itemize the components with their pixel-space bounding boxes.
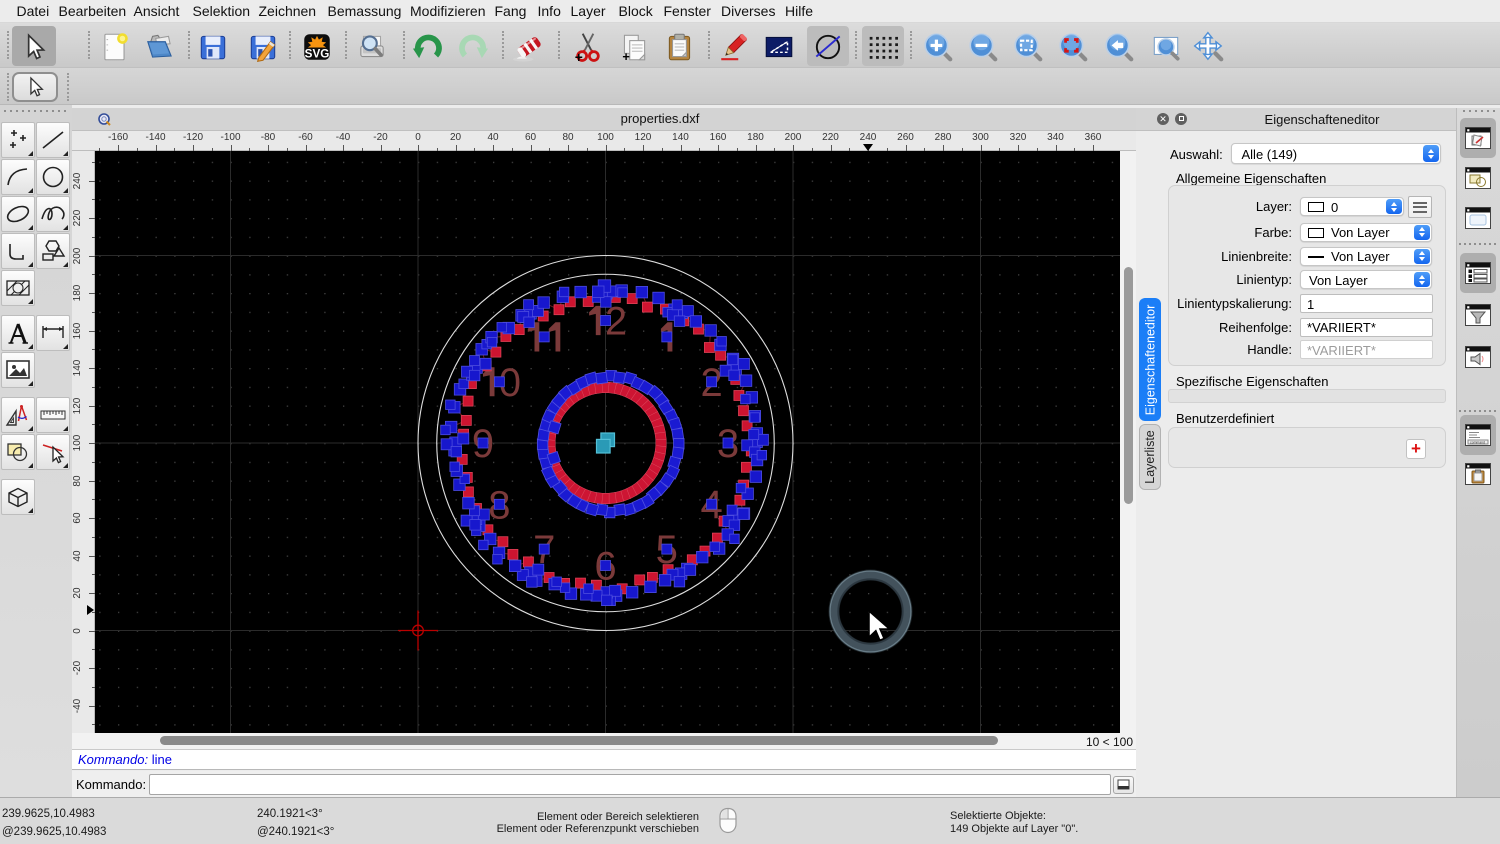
svg-text:+: + bbox=[622, 49, 629, 64]
svg-text:command: command bbox=[1470, 440, 1485, 444]
svg-text:+: + bbox=[575, 49, 583, 64]
svg-text:SVG: SVG bbox=[305, 48, 330, 61]
